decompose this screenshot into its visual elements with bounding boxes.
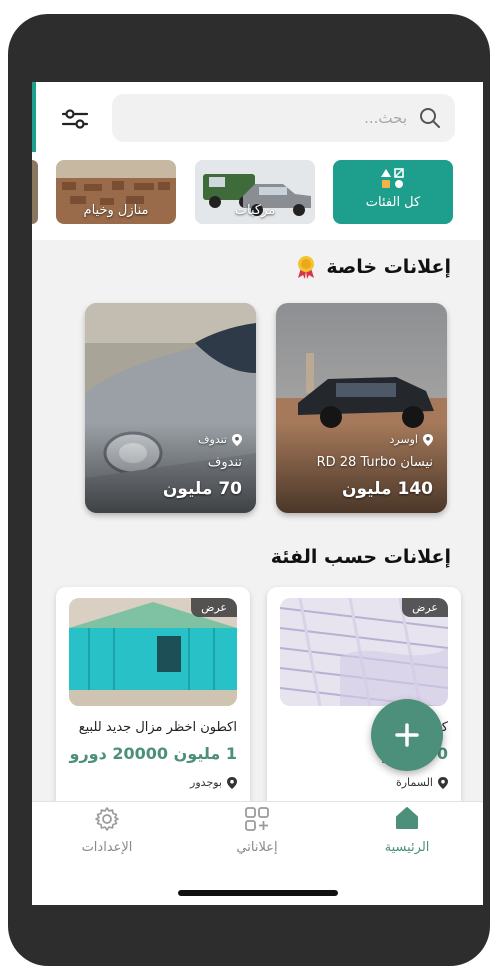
featured-location-text: اوسرد bbox=[389, 433, 418, 446]
gear-icon bbox=[95, 807, 119, 831]
category-houses-tents[interactable]: منازل وخيام bbox=[56, 160, 176, 224]
category-vehicles-label: مركبات bbox=[234, 203, 276, 218]
app-screen: بحث... كل الفئات مركبات منازل وخيام إعلا… bbox=[32, 82, 483, 905]
listing-location: بوجدور bbox=[190, 776, 237, 789]
nav-settings-label: الإعدادات bbox=[81, 840, 133, 855]
nav-my-ads[interactable]: إعلاناتي bbox=[182, 802, 332, 882]
category-partial[interactable] bbox=[32, 160, 38, 224]
featured-section-title: إعلانات خاصة bbox=[294, 254, 451, 280]
location-pin-icon bbox=[423, 433, 433, 446]
plus-icon bbox=[395, 723, 419, 747]
listing-location-text: السمارة bbox=[395, 776, 433, 789]
category-all[interactable]: كل الفئات bbox=[333, 160, 453, 224]
featured-name: تندوف bbox=[207, 455, 242, 470]
listing-location: السمارة bbox=[396, 776, 448, 789]
location-pin-icon bbox=[227, 776, 237, 789]
featured-name: نيسان RD 28 Turbo bbox=[316, 455, 433, 470]
category-title-text: إعلانات حسب الفئة bbox=[270, 546, 451, 568]
listing-price: 1 مليون 20000 دورو bbox=[69, 744, 238, 763]
nav-home[interactable]: الرئيسية bbox=[332, 802, 482, 882]
featured-location-text: تندوف bbox=[198, 433, 227, 446]
listing-image: عرض bbox=[280, 598, 448, 706]
edge-accent bbox=[32, 82, 36, 152]
featured-location: تندوف bbox=[198, 433, 242, 446]
nav-my-ads-label: إعلاناتي bbox=[236, 840, 278, 855]
home-icon bbox=[396, 807, 418, 829]
categories-icon bbox=[381, 168, 404, 188]
phone-frame: بحث... كل الفئات مركبات منازل وخيام إعلا… bbox=[8, 14, 490, 966]
add-listing-button[interactable] bbox=[371, 699, 443, 771]
category-houses-label: منازل وخيام bbox=[83, 203, 149, 218]
add-grid-icon bbox=[245, 807, 269, 831]
location-pin-icon bbox=[438, 776, 448, 789]
nav-settings[interactable]: الإعدادات bbox=[32, 802, 182, 882]
featured-price: 70 مليون bbox=[162, 479, 242, 499]
sliders-icon bbox=[61, 109, 89, 129]
featured-card[interactable]: اوسرد نيسان RD 28 Turbo 140 مليون bbox=[276, 303, 447, 513]
filter-button[interactable] bbox=[58, 106, 92, 132]
featured-price: 140 مليون bbox=[342, 479, 433, 499]
home-indicator bbox=[178, 890, 338, 896]
offer-badge: عرض bbox=[191, 598, 237, 617]
nav-home-label: الرئيسية bbox=[384, 840, 430, 855]
featured-title-text: إعلانات خاصة bbox=[326, 256, 451, 278]
search-placeholder: بحث... bbox=[364, 109, 407, 127]
listing-card[interactable]: عرض كموند 00 دورو السمارة bbox=[267, 587, 461, 817]
listing-image: عرض bbox=[69, 598, 237, 706]
category-all-label: كل الفئات bbox=[365, 195, 421, 210]
category-vehicles[interactable]: مركبات bbox=[195, 160, 315, 224]
location-pin-icon bbox=[232, 433, 242, 446]
listing-location-text: بوجدور bbox=[190, 776, 222, 789]
featured-card[interactable]: تندوف تندوف 70 مليون bbox=[85, 303, 256, 513]
featured-location: اوسرد bbox=[389, 433, 433, 446]
listing-card[interactable]: عرض اكطون اخظر مزال جديد للبيع 1 مليون 2… bbox=[56, 587, 250, 817]
offer-badge: عرض bbox=[402, 598, 448, 617]
category-section-title: إعلانات حسب الفئة bbox=[271, 546, 451, 568]
award-icon bbox=[298, 256, 315, 279]
search-icon bbox=[420, 108, 440, 128]
search-input[interactable]: بحث... bbox=[112, 94, 455, 142]
listing-title: اكطون اخظر مزال جديد للبيع bbox=[78, 720, 237, 735]
